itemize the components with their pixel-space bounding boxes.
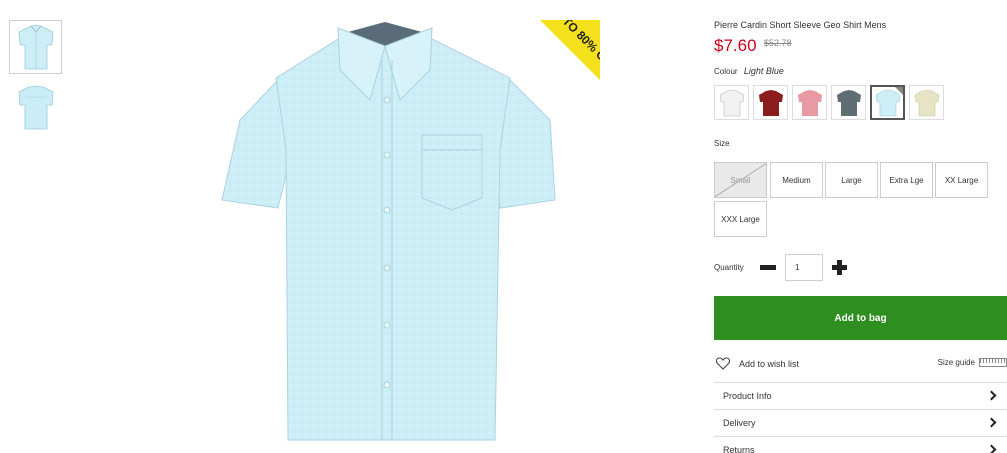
size-small[interactable]: Small bbox=[714, 162, 767, 198]
size-large-label: Large bbox=[841, 175, 862, 185]
quantity-label: Quantity bbox=[714, 263, 744, 272]
colour-swatch-grey[interactable] bbox=[831, 85, 866, 120]
accordion-delivery[interactable]: Delivery bbox=[714, 409, 1007, 436]
size-extra-large[interactable]: Extra Lge bbox=[880, 162, 933, 198]
add-to-wish-list-link[interactable]: Add to wish list bbox=[716, 357, 799, 370]
shirt-pink-icon bbox=[797, 89, 822, 116]
size-label: Size bbox=[714, 139, 730, 148]
size-xx-large[interactable]: XX Large bbox=[935, 162, 988, 198]
size-medium-label: Medium bbox=[782, 175, 811, 185]
shirt-cream-icon bbox=[914, 89, 939, 116]
size-xx-large-label: XX Large bbox=[944, 175, 979, 185]
colour-swatch-white[interactable] bbox=[714, 85, 749, 120]
product-title: Pierre Cardin Short Sleeve Geo Shirt Men… bbox=[714, 20, 887, 30]
colour-row: Colour Light Blue bbox=[714, 66, 784, 76]
unavailable-strike bbox=[715, 163, 766, 197]
shirt-grey-icon bbox=[836, 89, 861, 116]
heart-icon bbox=[716, 357, 730, 370]
current-price: $7.60 bbox=[714, 36, 757, 55]
size-large[interactable]: Large bbox=[825, 162, 878, 198]
size-guide-label: Size guide bbox=[937, 358, 975, 367]
colour-swatch-pink[interactable] bbox=[792, 85, 827, 120]
colour-swatch-light-blue[interactable] bbox=[870, 85, 905, 120]
discount-badge: UP TO 80% OFF bbox=[540, 0, 620, 80]
add-to-bag-button[interactable]: Add to bag bbox=[714, 296, 1007, 340]
thumbnail-front[interactable] bbox=[9, 20, 62, 74]
size-xxx-large-label: XXX Large bbox=[721, 214, 760, 224]
ruler-icon bbox=[979, 358, 1007, 367]
product-page: UP TO 80% OFF Pierre Cardin Short Sleeve… bbox=[0, 0, 1007, 453]
selected-colour: Light Blue bbox=[743, 66, 784, 76]
size-medium[interactable]: Medium bbox=[770, 162, 823, 198]
quantity-increase-button[interactable] bbox=[832, 260, 847, 275]
shirt-back-thumbnail-icon bbox=[18, 85, 53, 130]
quantity-input[interactable]: 1 bbox=[785, 254, 823, 281]
selected-corner-marker bbox=[895, 87, 903, 95]
chevron-right-icon bbox=[986, 417, 997, 428]
quantity-decrease-button[interactable] bbox=[760, 265, 776, 270]
accordion-product-info-label: Product Info bbox=[723, 391, 772, 401]
accordion-delivery-label: Delivery bbox=[723, 418, 756, 428]
colour-label: Colour bbox=[714, 67, 738, 76]
was-price: $52.78 bbox=[764, 38, 792, 48]
size-xxx-large[interactable]: XXX Large bbox=[714, 201, 767, 237]
size-guide-link[interactable]: Size guide bbox=[938, 358, 1007, 367]
colour-swatch-red[interactable] bbox=[753, 85, 788, 120]
product-info-panel: Pierre Cardin Short Sleeve Geo Shirt Men… bbox=[714, 0, 1007, 453]
chevron-right-icon bbox=[986, 444, 997, 453]
wish-list-label: Add to wish list bbox=[739, 358, 800, 369]
accordion-returns-label: Returns bbox=[723, 445, 755, 453]
size-extra-large-label: Extra Lge bbox=[889, 175, 924, 185]
accordion-product-info[interactable]: Product Info bbox=[714, 382, 1007, 409]
shirt-white-icon bbox=[719, 89, 744, 116]
thumbnail-back[interactable] bbox=[9, 80, 62, 134]
colour-swatch-cream[interactable] bbox=[909, 85, 944, 120]
shirt-red-icon bbox=[758, 89, 783, 116]
accordion-returns[interactable]: Returns bbox=[714, 436, 1007, 453]
shirt-thumbnail-icon bbox=[18, 24, 53, 70]
chevron-right-icon bbox=[986, 390, 997, 401]
